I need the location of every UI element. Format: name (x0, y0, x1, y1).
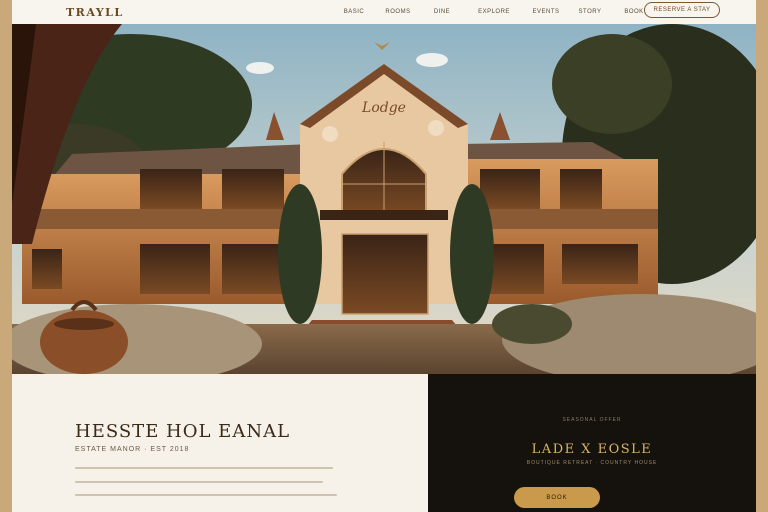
reserve-button[interactable]: RESERVE A STAY (644, 2, 720, 18)
body-text-line (75, 494, 337, 496)
nav-links: BASIC ROOMS DINE EXPLORE EVENTS STORY BO… (332, 0, 656, 24)
nav-link-5[interactable]: EVENTS (524, 9, 568, 15)
book-button[interactable]: BOOK (514, 487, 600, 508)
nav-link-6[interactable]: STORY (568, 9, 612, 15)
body-text-line (75, 481, 323, 483)
body-text-line (75, 467, 333, 469)
building-signage: Lodge (361, 100, 406, 116)
offer-meta: BOUTIQUE RETREAT · COUNTRY HOUSE (526, 460, 658, 466)
brand-logo[interactable]: TRAYLL (66, 6, 124, 19)
offer-kicker: SEASONAL OFFER (562, 417, 622, 423)
nav-link-4[interactable]: EXPLORE (464, 9, 524, 15)
nav-link-3[interactable]: DINE (420, 9, 464, 15)
nav-link-1[interactable]: BASIC (332, 9, 376, 15)
hero-image: Lodge (12, 24, 756, 374)
nav-link-2[interactable]: ROOMS (376, 9, 420, 15)
top-navigation: TRAYLL BASIC ROOMS DINE EXPLORE EVENTS S… (12, 0, 756, 24)
page-subtitle: ESTATE MANOR · EST 2018 (75, 446, 190, 453)
page: TRAYLL BASIC ROOMS DINE EXPLORE EVENTS S… (12, 0, 756, 512)
offer-panel: SEASONAL OFFER LADE X EOSLE BOUTIQUE RET… (428, 374, 756, 512)
intro-panel: HESSTE HOL EANAL ESTATE MANOR · EST 2018 (12, 374, 428, 512)
offer-title: LADE X EOSLE (531, 442, 653, 457)
page-title: HESSTE HOL EANAL (75, 421, 291, 442)
